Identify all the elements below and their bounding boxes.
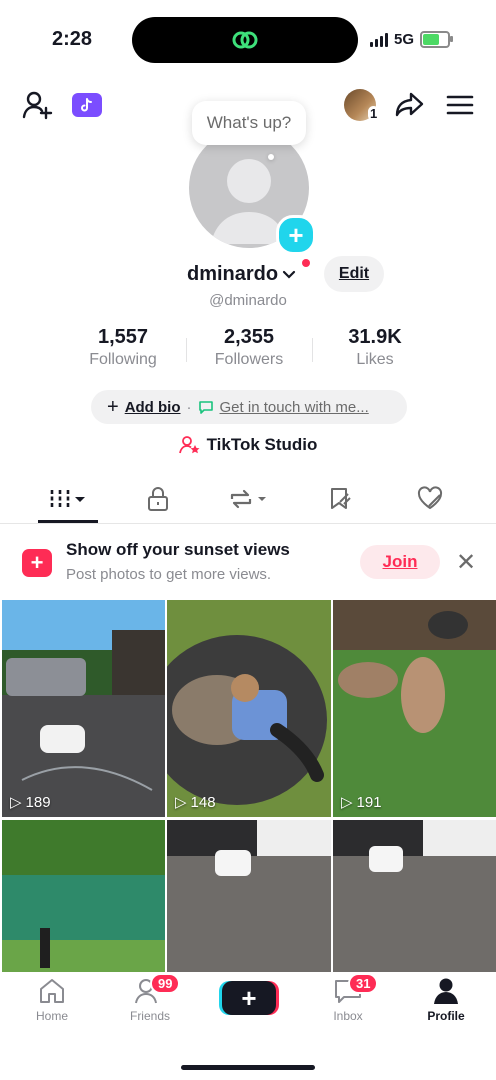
tab-videos[interactable] xyxy=(38,484,98,514)
stat-label: Likes xyxy=(356,351,394,368)
video-thumbnail[interactable]: ▷ 191 xyxy=(333,600,496,817)
play-icon: ▷ xyxy=(341,794,353,811)
add-story-button[interactable]: + xyxy=(276,215,316,255)
stat-likes[interactable]: 31.9K Likes xyxy=(310,326,440,369)
heart-hidden-icon xyxy=(417,486,443,510)
tab-reposts[interactable] xyxy=(218,484,278,514)
display-name-text: dminardo xyxy=(187,263,279,285)
create-button[interactable]: + xyxy=(222,981,276,1015)
video-thumbnail[interactable] xyxy=(333,820,496,972)
video-thumbnail-image xyxy=(167,600,331,817)
video-thumbnail[interactable]: ▷ 148 xyxy=(167,600,331,817)
bio-separator: · xyxy=(186,398,192,416)
status-tooltip[interactable]: What's up? xyxy=(192,101,306,145)
message-icon xyxy=(198,401,213,414)
status-indicators: 5G xyxy=(370,31,454,48)
play-icon: ▷ xyxy=(10,794,22,811)
plus-icon: + xyxy=(107,396,119,418)
nav-friends-label: Friends xyxy=(129,1009,170,1023)
nav-home[interactable]: Home xyxy=(12,977,92,1023)
view-count: ▷ 189 xyxy=(10,793,51,812)
bookmark-icon xyxy=(331,488,351,509)
plus-icon: + xyxy=(241,982,257,1013)
grid-icon xyxy=(50,490,85,508)
tiktok-studio-link[interactable]: TikTok Studio xyxy=(0,435,496,455)
studio-icon xyxy=(178,436,200,454)
add-bio-link[interactable]: Add bio xyxy=(125,399,181,416)
view-count-text: 191 xyxy=(356,793,382,811)
bio-pill[interactable]: + Add bio · Get in touch with me... xyxy=(91,390,407,424)
home-icon xyxy=(40,979,64,1003)
tab-liked[interactable] xyxy=(400,484,460,514)
tooltip-pointer xyxy=(268,154,274,160)
video-thumbnail[interactable] xyxy=(167,820,331,972)
video-thumbnail-image xyxy=(2,820,165,972)
tabs-divider xyxy=(0,523,496,524)
home-indicator xyxy=(181,1065,315,1070)
nav-inbox-label: Inbox xyxy=(333,1009,363,1023)
banner-subtitle: Post photos to get more views. xyxy=(66,566,272,583)
friend-avatar-badge: 1 xyxy=(368,106,380,121)
video-thumbnail-image xyxy=(2,600,165,817)
contact-link[interactable]: Get in touch with me... xyxy=(220,399,369,416)
video-thumbnail[interactable] xyxy=(2,820,165,972)
video-thumbnail-image xyxy=(333,600,496,817)
video-thumbnail[interactable]: ▷ 189 xyxy=(2,600,165,817)
view-count-text: 189 xyxy=(25,793,51,811)
stat-value: 2,355 xyxy=(223,326,275,348)
nav-profile[interactable]: Profile xyxy=(406,977,486,1023)
nav-home-label: Home xyxy=(35,1009,68,1023)
video-thumbnail-image xyxy=(167,820,331,972)
view-count-text: 148 xyxy=(190,793,216,811)
signal-icon xyxy=(370,32,388,47)
battery-icon xyxy=(420,31,454,48)
notification-dot xyxy=(302,259,310,267)
stat-value: 1,557 xyxy=(97,326,149,348)
join-button[interactable]: Join xyxy=(360,545,440,579)
add-friend-icon[interactable] xyxy=(22,90,54,125)
close-icon[interactable]: ✕ xyxy=(452,548,480,576)
inbox-badge: 31 xyxy=(348,973,379,994)
video-thumbnail-image xyxy=(333,820,496,972)
tab-favorites[interactable] xyxy=(310,484,370,514)
lock-icon xyxy=(148,487,168,511)
view-count: ▷ 148 xyxy=(175,793,216,812)
edit-profile-button[interactable]: Edit xyxy=(324,256,384,292)
stat-followers[interactable]: 2,355 Followers xyxy=(184,326,314,369)
menu-icon[interactable] xyxy=(446,94,474,121)
stat-label: Followers xyxy=(214,351,284,368)
nav-profile-label: Profile xyxy=(427,1009,465,1023)
tab-private[interactable] xyxy=(128,484,188,514)
profile-handle: @dminardo xyxy=(209,292,287,309)
dynamic-island xyxy=(132,17,358,63)
view-count: ▷ 191 xyxy=(341,793,382,812)
friends-badge: 99 xyxy=(150,973,181,994)
share-icon[interactable] xyxy=(394,90,426,125)
stat-following[interactable]: 1,557 Following xyxy=(58,326,188,369)
studio-label: TikTok Studio xyxy=(206,435,318,454)
stat-value: 31.9K xyxy=(348,326,402,348)
add-photo-icon: + xyxy=(22,549,52,577)
stat-label: Following xyxy=(89,351,157,368)
network-label: 5G xyxy=(394,31,415,48)
play-icon: ▷ xyxy=(175,794,187,811)
chevron-down-icon xyxy=(283,270,296,279)
display-name[interactable]: dminardo xyxy=(187,263,296,286)
repost-icon xyxy=(230,489,266,509)
tiktok-coin-icon[interactable] xyxy=(72,93,102,117)
status-time: 2:28 xyxy=(52,28,93,50)
banner-title: Show off your sunset views xyxy=(66,540,290,559)
profile-icon xyxy=(434,978,458,1004)
link-icon xyxy=(232,31,258,49)
